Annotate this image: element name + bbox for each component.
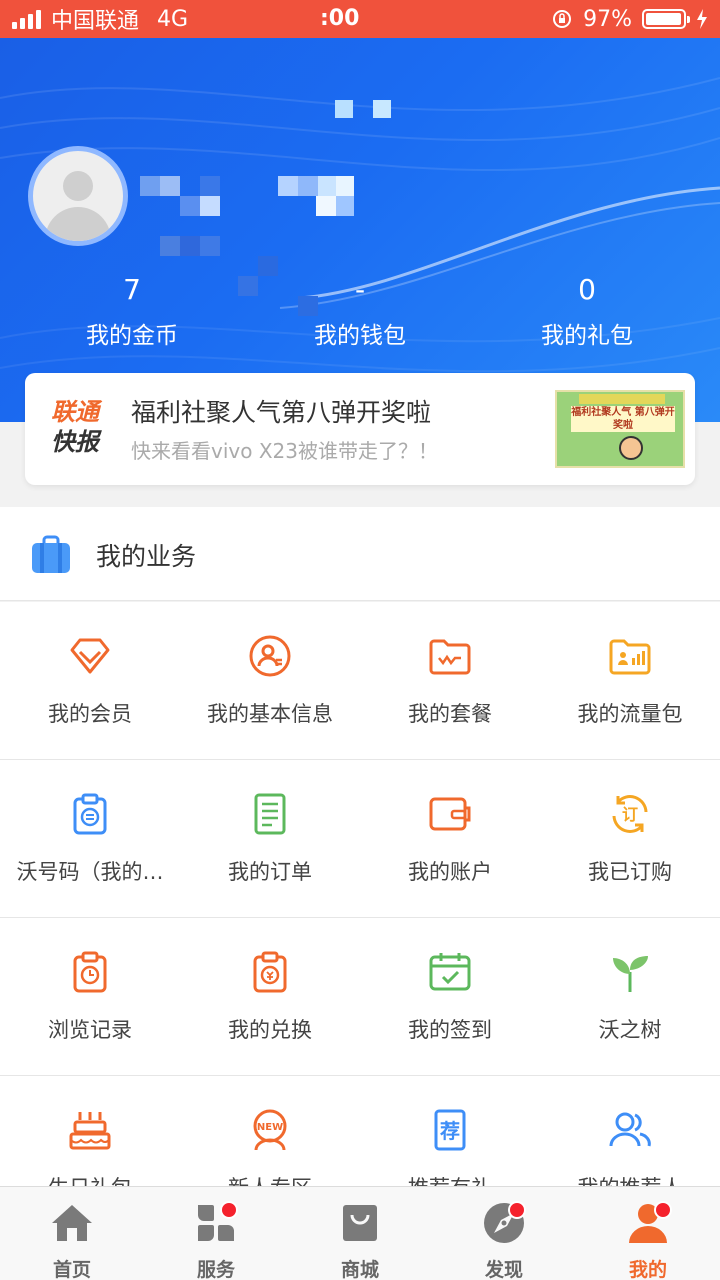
news-logo: 联通 快报 bbox=[51, 398, 99, 456]
network-type: 4G bbox=[157, 6, 189, 32]
package-folder-icon bbox=[429, 639, 471, 675]
stat-coins-label: 我的金币 bbox=[86, 323, 178, 349]
history-icon bbox=[73, 951, 107, 993]
tab-label: 商城 bbox=[340, 1259, 379, 1280]
me-badge bbox=[654, 1201, 672, 1219]
status-bar: 中国联通 4G :00 97% bbox=[0, 0, 720, 38]
bottom-tab-bar: 首页 服务 商城 发现 我的 bbox=[0, 1186, 720, 1280]
business-grid: 我的会员 我的基本信息 我的套餐 我的流量包 沃号码（我的… 我的订单 我的账户… bbox=[0, 602, 720, 1234]
tab-discover[interactable]: 发现 bbox=[432, 1187, 576, 1280]
avatar[interactable] bbox=[28, 146, 128, 246]
svg-text:订: 订 bbox=[622, 805, 638, 824]
menu-item-label: 我的基本信息 bbox=[207, 702, 333, 726]
menu-item-label: 我的订单 bbox=[228, 860, 312, 884]
tab-label: 发现 bbox=[484, 1259, 523, 1280]
exchange-icon bbox=[253, 951, 287, 993]
tab-me[interactable]: 我的 bbox=[576, 1187, 720, 1280]
menu-item-label: 我的流量包 bbox=[577, 702, 683, 726]
stat-wallet[interactable]: - 我的钱包 bbox=[260, 272, 460, 350]
menu-item-data-pack[interactable]: 我的流量包 bbox=[540, 602, 720, 760]
svg-text:NEW: NEW bbox=[257, 1122, 283, 1133]
tab-label: 首页 bbox=[52, 1259, 91, 1280]
tab-home[interactable]: 首页 bbox=[0, 1187, 144, 1280]
news-thumbnail: 福利社聚人气 第八弹开奖啦 bbox=[555, 390, 685, 468]
subscribed-icon: 订 bbox=[612, 795, 648, 833]
menu-item-label: 我的会员 bbox=[48, 702, 132, 726]
stat-wallet-label: 我的钱包 bbox=[314, 323, 406, 349]
stat-wallet-value: - bbox=[354, 273, 366, 306]
birthday-cake-icon bbox=[69, 1112, 111, 1150]
news-subtitle: 快来看看vivo X23被谁带走了？！ bbox=[131, 439, 438, 463]
menu-item-label: 我的账户 bbox=[408, 860, 492, 884]
news-card[interactable]: 联通 快报 福利社聚人气第八弹开奖啦 快来看看vivo X23被谁带走了？！ 福… bbox=[25, 373, 695, 485]
stat-gifts-label: 我的礼包 bbox=[541, 323, 633, 349]
briefcase-icon bbox=[32, 535, 70, 573]
menu-item-orders[interactable]: 我的订单 bbox=[180, 760, 360, 918]
recommend-icon: 荐 bbox=[434, 1109, 466, 1151]
clock: :00 bbox=[320, 6, 360, 31]
menu-item-label: 我已订购 bbox=[588, 860, 672, 884]
menu-item-membership[interactable]: 我的会员 bbox=[0, 602, 180, 760]
stat-gifts[interactable]: 0 我的礼包 bbox=[487, 272, 687, 350]
news-thumbnail-text: 福利社聚人气 第八弹开奖啦 bbox=[571, 406, 675, 432]
menu-item-label: 我的签到 bbox=[408, 1018, 492, 1042]
menu-item-label: 我的兑换 bbox=[228, 1018, 312, 1042]
charging-icon bbox=[697, 9, 707, 29]
services-badge bbox=[220, 1201, 238, 1219]
battery-percent: 97% bbox=[583, 6, 632, 32]
checkin-calendar-icon bbox=[429, 953, 471, 991]
section-title: 我的业务 bbox=[96, 542, 197, 571]
referrer-icon bbox=[609, 1112, 651, 1147]
wallet-icon bbox=[429, 797, 471, 831]
menu-item-checkin[interactable]: 我的签到 bbox=[360, 918, 540, 1076]
discover-badge bbox=[508, 1201, 526, 1219]
order-icon bbox=[254, 793, 286, 835]
menu-item-wo-number[interactable]: 沃号码（我的… bbox=[0, 760, 180, 918]
menu-item-label: 我的套餐 bbox=[408, 702, 492, 726]
menu-item-wo-tree[interactable]: 沃之树 bbox=[540, 918, 720, 1076]
menu-item-subscribed[interactable]: 订 我已订购 bbox=[540, 760, 720, 918]
svg-text:荐: 荐 bbox=[439, 1119, 460, 1143]
menu-item-exchange[interactable]: 我的兑换 bbox=[180, 918, 360, 1076]
profile-header: 7 我的金币 - 我的钱包 0 我的礼包 bbox=[0, 38, 720, 422]
menu-item-basic-info[interactable]: 我的基本信息 bbox=[180, 602, 360, 760]
tab-label: 我的 bbox=[628, 1259, 667, 1280]
stat-coins-value: 7 bbox=[123, 273, 141, 306]
new-user-icon: NEW bbox=[253, 1109, 287, 1151]
home-icon bbox=[52, 1205, 92, 1241]
signal-strength-icon bbox=[12, 9, 41, 29]
tab-services[interactable]: 服务 bbox=[144, 1187, 288, 1280]
stat-gifts-value: 0 bbox=[578, 273, 596, 306]
sprout-icon bbox=[613, 956, 648, 992]
news-title: 福利社聚人气第八弹开奖啦 bbox=[131, 398, 432, 427]
menu-item-label: 浏览记录 bbox=[48, 1018, 132, 1042]
menu-item-history[interactable]: 浏览记录 bbox=[0, 918, 180, 1076]
battery-icon bbox=[642, 9, 690, 29]
tab-mall[interactable]: 商城 bbox=[288, 1187, 432, 1280]
menu-item-account[interactable]: 我的账户 bbox=[360, 760, 540, 918]
section-my-business: 我的业务 bbox=[0, 507, 720, 601]
menu-item-plan[interactable]: 我的套餐 bbox=[360, 602, 540, 760]
diamond-icon bbox=[70, 638, 110, 674]
user-info-icon bbox=[249, 635, 291, 677]
menu-item-label: 沃号码（我的… bbox=[16, 860, 164, 884]
carrier-name: 中国联通 bbox=[51, 9, 140, 34]
tab-label: 服务 bbox=[196, 1259, 235, 1280]
stat-coins[interactable]: 7 我的金币 bbox=[32, 272, 232, 350]
number-clipboard-icon bbox=[73, 793, 107, 835]
menu-item-label: 沃之树 bbox=[598, 1018, 662, 1042]
rotation-lock-icon bbox=[553, 10, 572, 28]
shopping-bag-icon bbox=[343, 1205, 377, 1241]
data-folder-icon bbox=[609, 639, 651, 675]
